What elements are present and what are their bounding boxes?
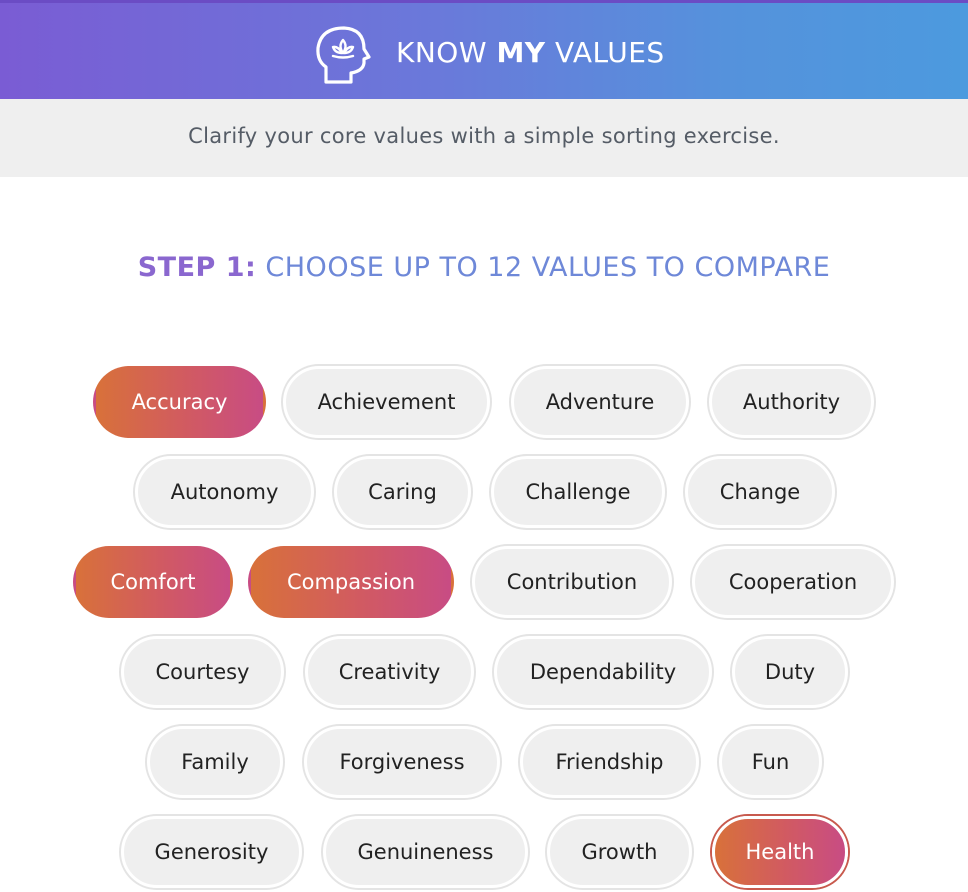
- value-chip-label: Challenge: [525, 480, 631, 504]
- value-chip-challenge[interactable]: Challenge: [491, 456, 665, 528]
- value-chip-family[interactable]: Family: [147, 726, 283, 798]
- value-chip-label: Compassion: [286, 570, 416, 594]
- value-chip-contribution[interactable]: Contribution: [472, 546, 672, 618]
- value-chip-creativity[interactable]: Creativity: [305, 636, 474, 708]
- value-chip-label: Growth: [581, 840, 658, 864]
- value-chip-courtesy[interactable]: Courtesy: [121, 636, 284, 708]
- value-chip-achievement[interactable]: Achievement: [283, 366, 490, 438]
- value-chip-forgiveness[interactable]: Forgiveness: [304, 726, 500, 798]
- value-chip-label: Dependability: [529, 660, 677, 684]
- value-chip-label: Change: [719, 480, 801, 504]
- value-chip-generosity[interactable]: Generosity: [121, 816, 302, 888]
- head-lotus-icon: [316, 26, 371, 84]
- value-chip-label: Adventure: [545, 390, 655, 414]
- value-chip-label: Friendship: [555, 750, 664, 774]
- brand-word-values: VALUES: [554, 36, 665, 69]
- brand-word-my: MY: [496, 36, 546, 69]
- value-chip-label: Creativity: [338, 660, 441, 684]
- value-chip-label: Achievement: [317, 390, 456, 414]
- app-header: KNOW MY VALUES: [0, 0, 968, 99]
- value-chip-change[interactable]: Change: [685, 456, 835, 528]
- value-chip-label: Courtesy: [155, 660, 250, 684]
- value-chip-growth[interactable]: Growth: [547, 816, 692, 888]
- value-chip-label: Autonomy: [170, 480, 279, 504]
- value-chip-duty[interactable]: Duty: [732, 636, 848, 708]
- brand-word-know: KNOW: [396, 36, 488, 69]
- value-chip-label: Accuracy: [131, 390, 228, 414]
- value-chip-label: Cooperation: [728, 570, 858, 594]
- value-chip-label: Generosity: [154, 840, 269, 864]
- value-chip-label: Contribution: [506, 570, 638, 594]
- brand-title[interactable]: KNOW MY VALUES: [396, 36, 665, 69]
- value-chip-friendship[interactable]: Friendship: [520, 726, 699, 798]
- value-chip-label: Forgiveness: [339, 750, 465, 774]
- value-chip-label: Comfort: [110, 570, 196, 594]
- value-chip-label: Fun: [751, 750, 790, 774]
- value-chip-label: Authority: [742, 390, 841, 414]
- value-chip-accuracy[interactable]: Accuracy: [93, 366, 266, 438]
- value-chip-comfort[interactable]: Comfort: [73, 546, 233, 618]
- step-number: STEP 1:: [137, 252, 257, 283]
- value-chip-dependability[interactable]: Dependability: [494, 636, 712, 708]
- value-chip-autonomy[interactable]: Autonomy: [135, 456, 314, 528]
- value-chip-genuineness[interactable]: Genuineness: [323, 816, 528, 888]
- tagline: Clarify your core values with a simple s…: [188, 124, 780, 148]
- value-chip-compassion[interactable]: Compassion: [248, 546, 454, 618]
- value-chip-label: Genuineness: [357, 840, 494, 864]
- value-chip-adventure[interactable]: Adventure: [511, 366, 689, 438]
- value-chip-label: Duty: [764, 660, 816, 684]
- step-heading: STEP 1: CHOOSE UP TO 12 VALUES TO COMPAR…: [0, 252, 968, 283]
- value-chip-label: Health: [745, 840, 815, 864]
- value-chip-label: Caring: [368, 480, 437, 504]
- value-chip-cooperation[interactable]: Cooperation: [692, 546, 894, 618]
- value-chip-fun[interactable]: Fun: [719, 726, 822, 798]
- value-chip-label: Family: [181, 750, 249, 774]
- step-instruction: CHOOSE UP TO 12 VALUES TO COMPARE: [265, 252, 831, 283]
- value-chip-authority[interactable]: Authority: [709, 366, 874, 438]
- value-chip-caring[interactable]: Caring: [334, 456, 471, 528]
- value-chip-health[interactable]: Health: [712, 816, 848, 888]
